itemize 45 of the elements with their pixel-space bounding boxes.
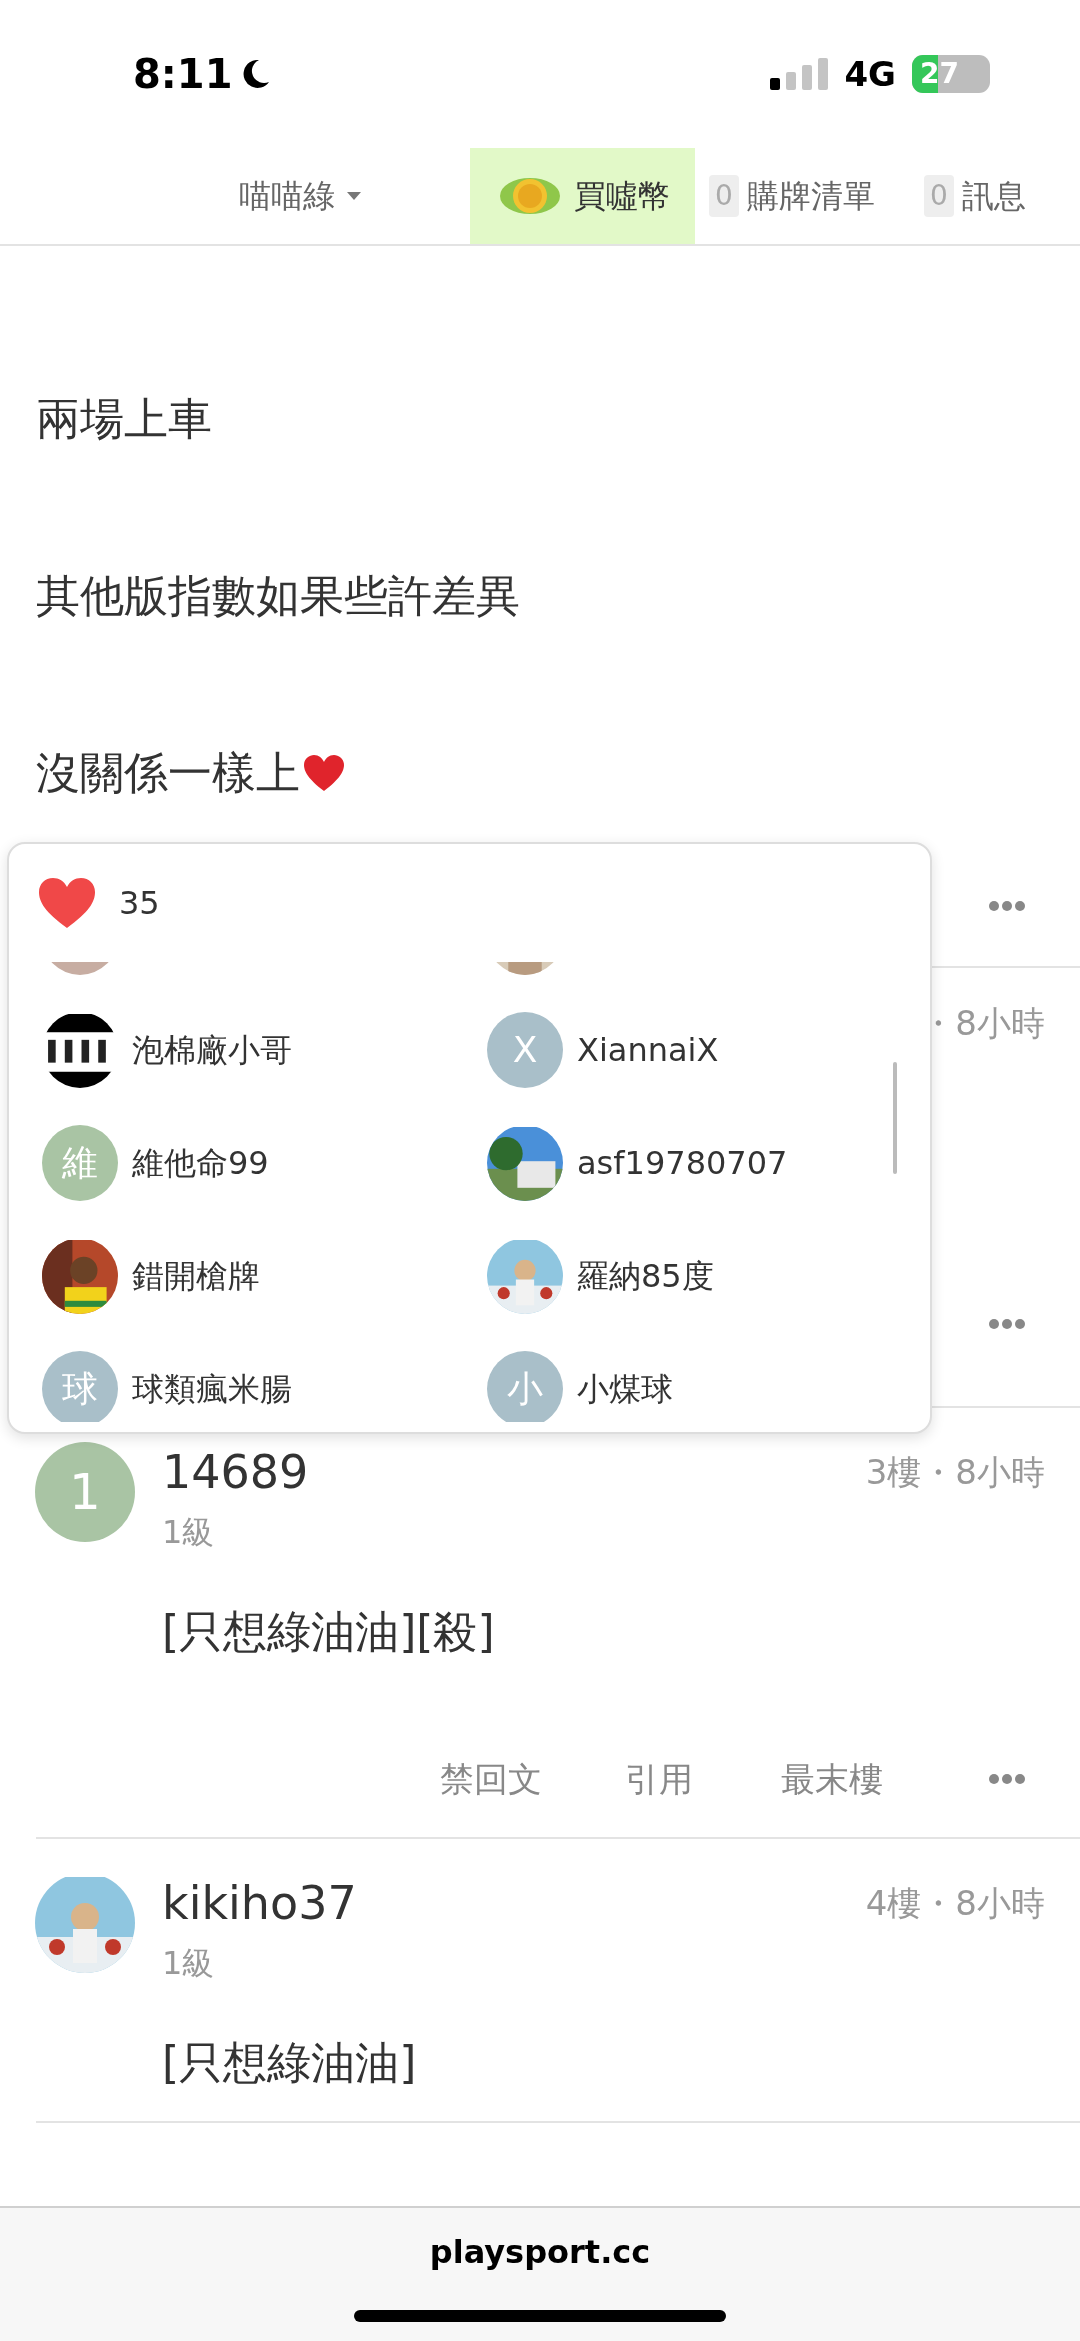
network-label: 4G xyxy=(844,52,896,96)
username[interactable]: XiannaiX xyxy=(577,1025,719,1074)
url-label: playsport.cc xyxy=(429,2232,651,2273)
post-text: [只想綠油油] xyxy=(162,2036,418,2090)
buy-coins-button[interactable]: 買噓幣 xyxy=(470,148,695,244)
username: 14689 xyxy=(162,1444,310,1501)
avatar: 維 xyxy=(42,1124,118,1201)
post-meta: 4樓・8小時 xyxy=(865,1882,1045,1925)
username[interactable]: 維他命99 xyxy=(132,1138,269,1187)
username[interactable]: 錯開槍牌 xyxy=(132,1251,260,1300)
post-meta: ・8小時 xyxy=(921,1002,1045,1045)
user-level: 1級 xyxy=(162,1943,216,1984)
post-text: 沒關係一樣上 xyxy=(36,746,300,800)
count-badge: 0 xyxy=(709,175,739,217)
no-reply-link[interactable]: 禁回文 xyxy=(440,1753,542,1805)
last-floor-link[interactable]: 最末樓 xyxy=(781,1753,883,1805)
quote-link[interactable]: 引用 xyxy=(625,1753,693,1805)
clock-time: 8:11 xyxy=(133,50,233,99)
username[interactable]: 球類瘋米腸 xyxy=(132,1364,292,1413)
messages-button[interactable]: 0 訊息 xyxy=(910,148,1080,244)
purchase-list-button[interactable]: 0 購牌清單 xyxy=(695,148,910,244)
more-icon[interactable] xyxy=(989,901,1025,911)
like-count: 35 xyxy=(119,883,160,924)
post-text: 兩場上車 xyxy=(36,392,212,446)
avatar: X xyxy=(487,1011,563,1088)
avatar: 小 xyxy=(487,1350,563,1422)
post-meta: 3樓・8小時 xyxy=(865,1451,1045,1494)
username[interactable]: asf19780707 xyxy=(577,1138,788,1187)
username[interactable]: 小煤球 xyxy=(577,1364,673,1413)
avatar: 1 xyxy=(35,1442,135,1542)
username[interactable]: 泡棉廠小哥 xyxy=(132,1025,292,1074)
post-text: 其他版指數如果些許差異 xyxy=(36,569,520,623)
post-text: [只想綠油油][殺] xyxy=(162,1605,496,1659)
more-icon[interactable] xyxy=(989,1319,1025,1329)
user-menu-button[interactable]: 喵喵綠 xyxy=(207,148,470,244)
avatar: 球 xyxy=(42,1350,118,1422)
signal-icon xyxy=(770,58,829,90)
count-badge: 0 xyxy=(924,175,954,217)
username[interactable]: 羅納85度 xyxy=(577,1251,714,1300)
more-icon[interactable] xyxy=(989,1774,1025,1784)
caret-icon xyxy=(347,192,361,200)
user-level: 1級 xyxy=(162,1512,216,1553)
heart-icon xyxy=(39,878,95,928)
heart-icon xyxy=(304,754,344,791)
username: kikiho37 xyxy=(162,1875,358,1932)
